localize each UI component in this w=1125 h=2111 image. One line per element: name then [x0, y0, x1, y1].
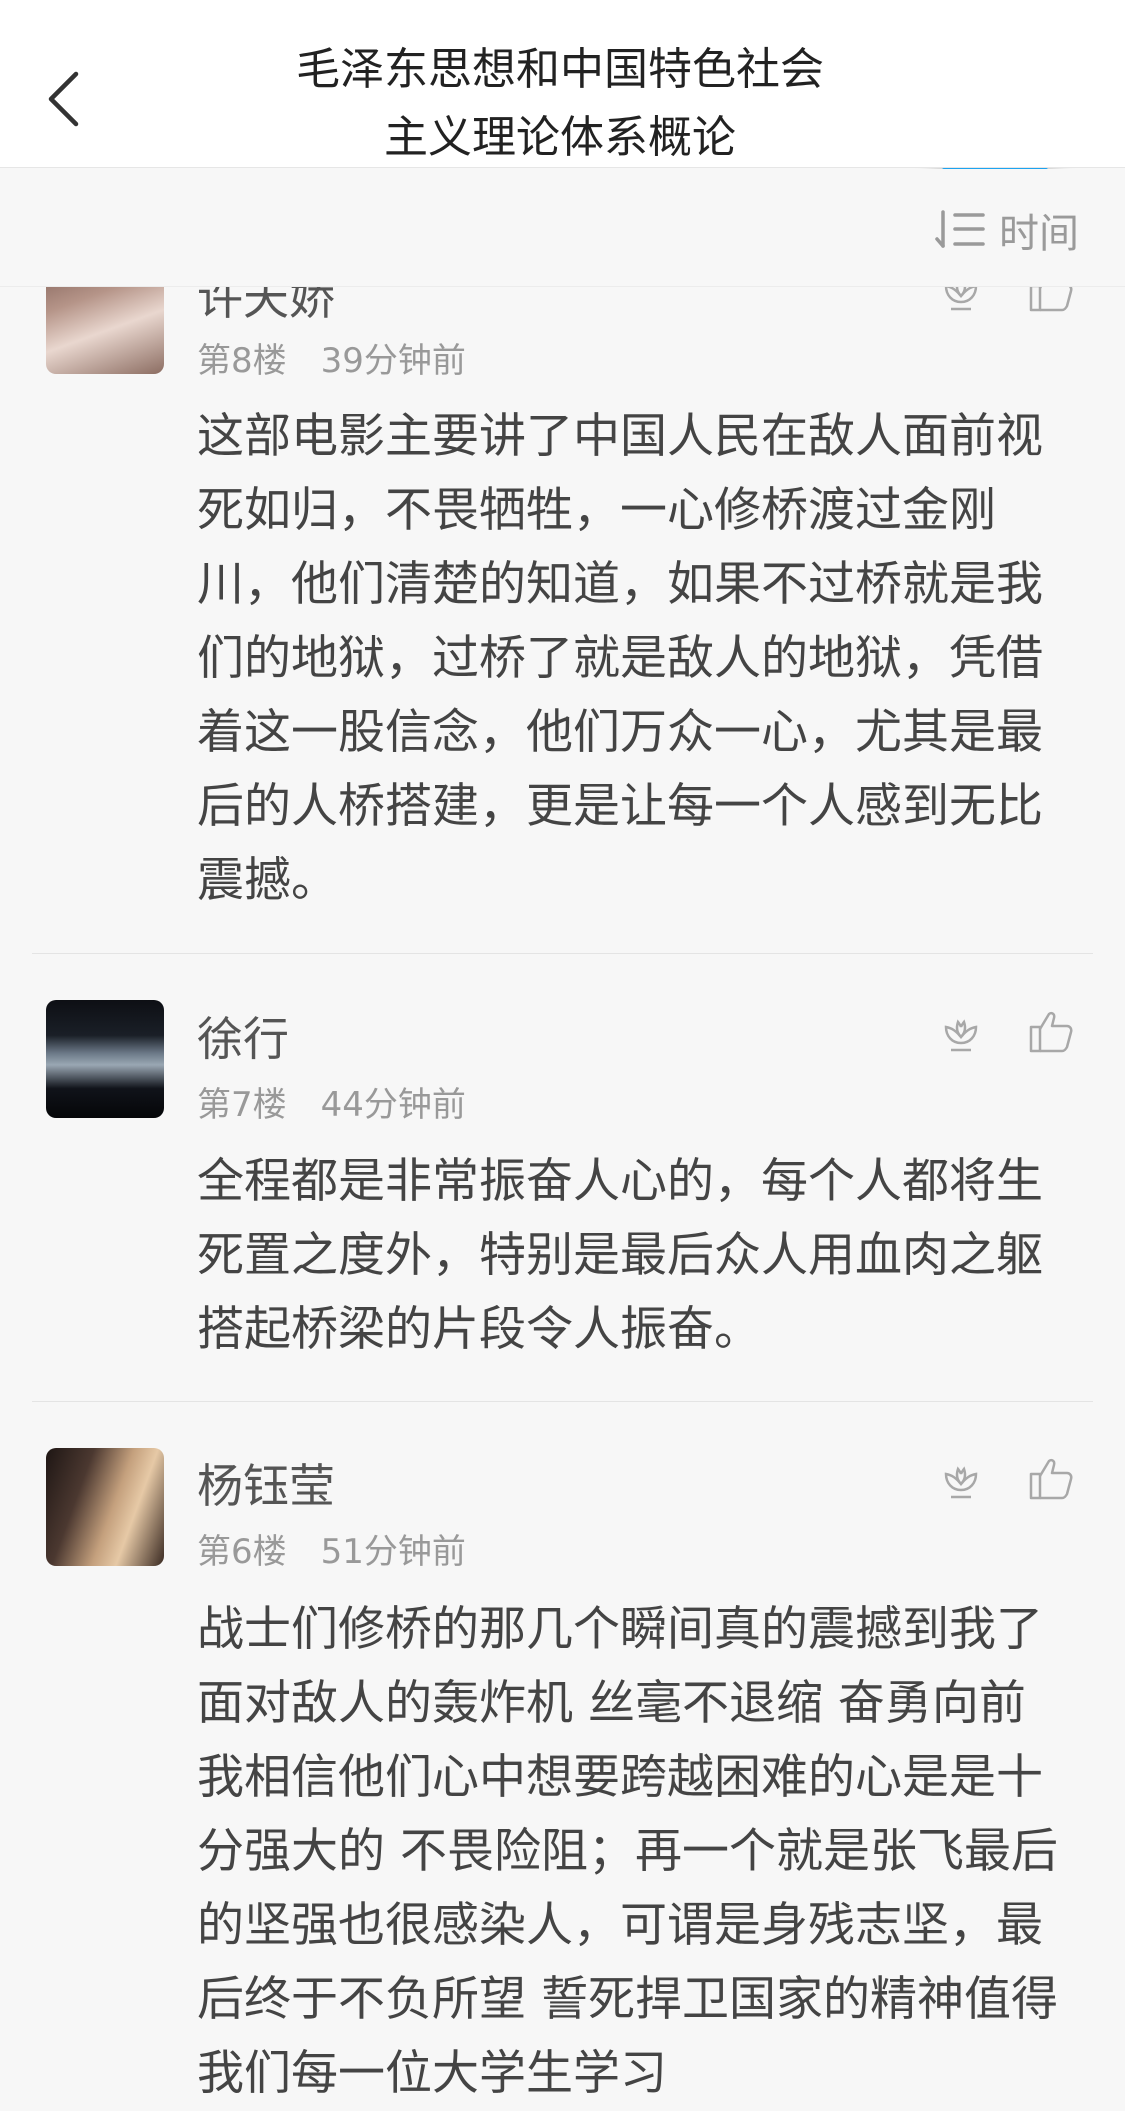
comment-time: 44分钟前	[320, 1085, 466, 1125]
chevron-left-icon	[48, 71, 79, 127]
comments-page: 许天娇 第8楼 39分钟前 这部电影主要讲了中国人民在敌人面前视死如归，不畏牺牲，…	[0, 0, 1125, 2111]
comment-meta: 第7楼 44分钟前	[197, 1077, 466, 1126]
flower-icon[interactable]	[933, 1003, 989, 1059]
page-title-line-1: 毛泽东思想和中国特色社会	[296, 44, 824, 95]
divider	[32, 953, 1093, 954]
thumbs-up-icon[interactable]	[1023, 1450, 1079, 1506]
sort-by-time-button[interactable]: 时间	[935, 205, 1079, 257]
comment-list[interactable]: 许天娇 第8楼 39分钟前 这部电影主要讲了中国人民在敌人面前视死如归，不畏牺牲，…	[0, 0, 1125, 2111]
divider	[32, 1401, 1093, 1402]
comment-author[interactable]: 徐行	[197, 1003, 289, 1069]
flower-icon[interactable]	[933, 1450, 989, 1506]
page-title-line-2: 主义理论体系概论	[384, 112, 736, 163]
comment-text: 这部电影主要讲了中国人民在敌人面前视死如归，不畏牺牲，一心修桥渡过金刚川，他们清…	[197, 409, 1043, 908]
comment-meta: 第8楼 39分钟前	[197, 333, 466, 382]
avatar[interactable]	[46, 1448, 164, 1566]
page-title: 毛泽东思想和中国特色社会 主义理论体系概论	[250, 36, 870, 172]
thumbs-up-icon[interactable]	[1023, 1003, 1079, 1059]
floor-number: 第7楼	[197, 1085, 287, 1125]
comment-author[interactable]: 杨钰莹	[197, 1450, 335, 1516]
comment-actions	[933, 1003, 1079, 1059]
comment-actions	[933, 1450, 1079, 1506]
comment-time: 51分钟前	[320, 1532, 466, 1572]
comment-text: 全程都是非常振奋人心的，每个人都将生死置之度外，特别是最后众人用血肉之躯搭起桥梁…	[197, 1154, 1043, 1357]
sort-label: 时间	[999, 211, 1079, 257]
comment-text: 战士们修桥的那几个瞬间真的震撼到我了 面对敌人的轰炸机 丝毫不退缩 奋勇向前 我…	[197, 1602, 1058, 2101]
back-button[interactable]	[38, 64, 88, 134]
sort-bar: 时间	[0, 169, 1125, 287]
avatar[interactable]	[46, 1000, 164, 1118]
top-nav-bar: 毛泽东思想和中国特色社会 主义理论体系概论	[0, 0, 1125, 168]
floor-number: 第6楼	[197, 1532, 287, 1572]
comment-meta: 第6楼 51分钟前	[197, 1524, 466, 1573]
floor-number: 第8楼	[197, 341, 287, 381]
comment-time: 39分钟前	[320, 341, 466, 381]
sort-descending-icon	[935, 210, 985, 248]
